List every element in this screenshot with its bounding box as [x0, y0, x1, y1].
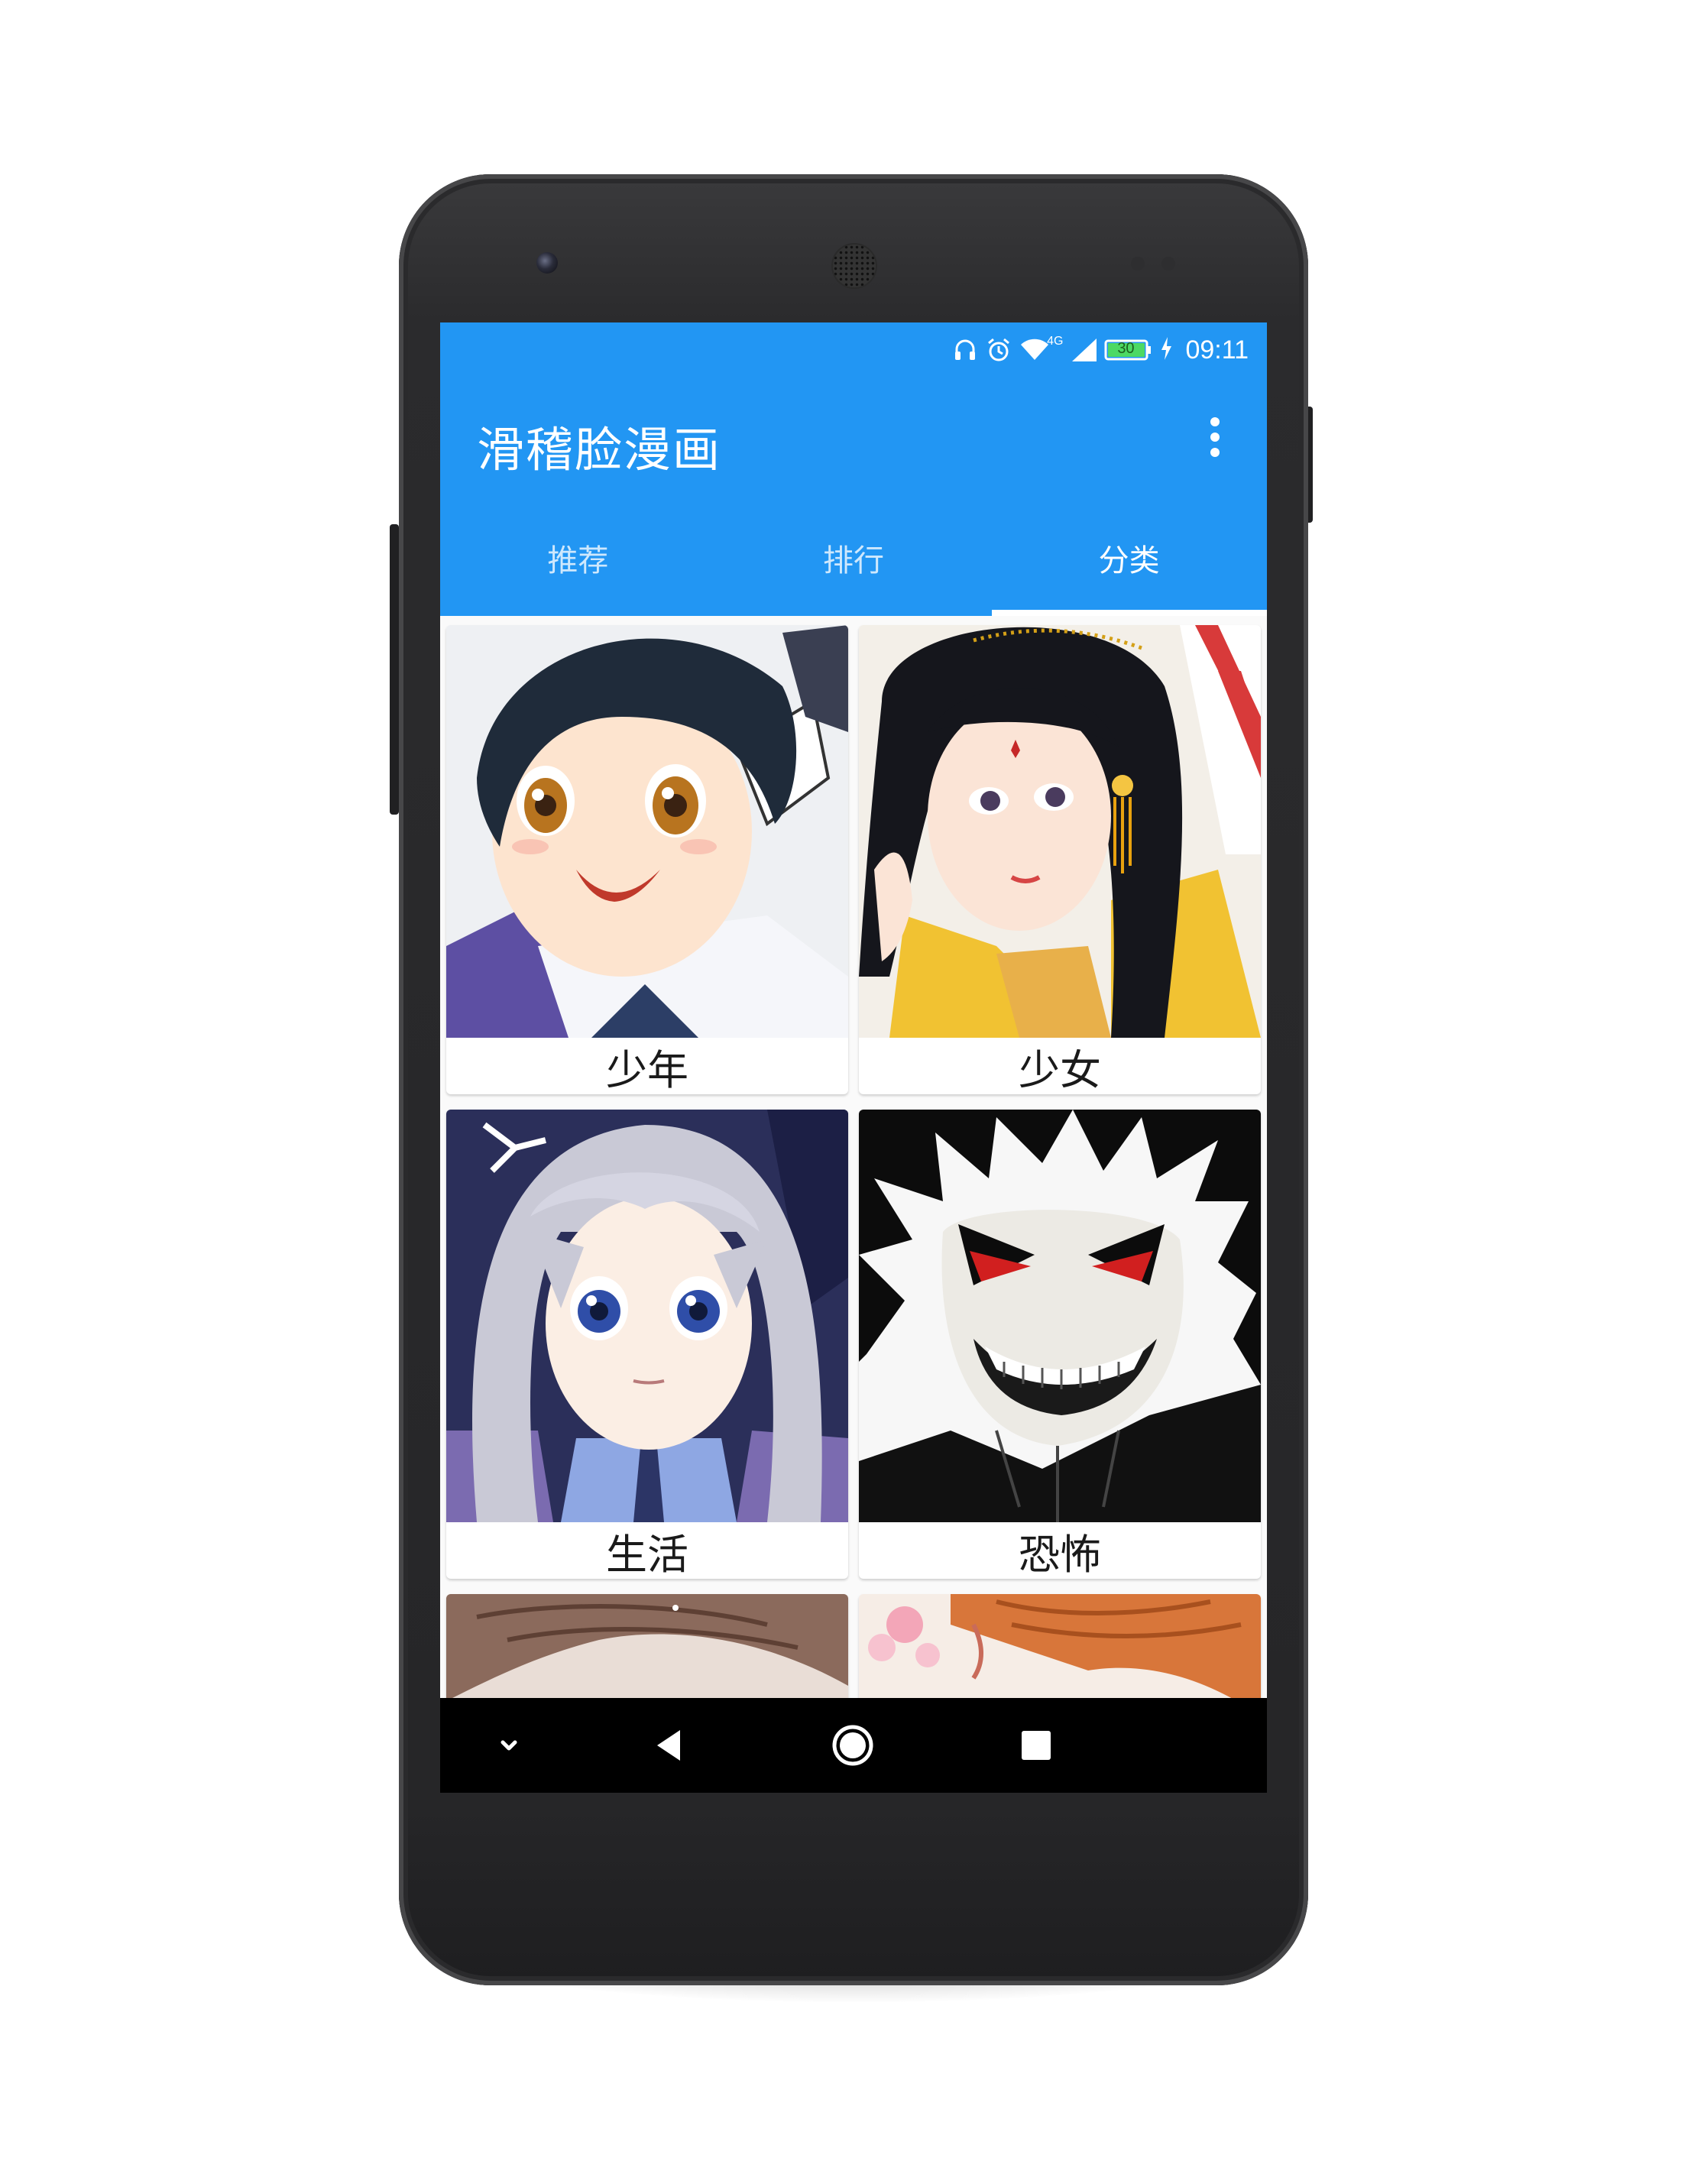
- light-sensor: [1161, 257, 1175, 271]
- headset-icon: [952, 337, 978, 363]
- category-image-shonen: [446, 625, 848, 1038]
- tab-recommend[interactable]: 推荐: [440, 500, 716, 616]
- status-bar: 4G 30 09:11: [440, 322, 1267, 378]
- tab-indicator: [992, 610, 1267, 616]
- earpiece-speaker: [833, 245, 876, 287]
- category-card-shonen[interactable]: 少年: [446, 625, 848, 1094]
- home-icon[interactable]: [828, 1721, 877, 1770]
- category-image-life: [446, 1110, 848, 1522]
- back-icon[interactable]: [646, 1721, 695, 1770]
- status-time: 09:11: [1185, 335, 1249, 365]
- battery-icon: 30: [1104, 339, 1152, 361]
- tab-ranking[interactable]: 排行: [716, 500, 992, 616]
- battery-level: 30: [1117, 340, 1135, 357]
- tab-bar: 推荐 排行 分类: [440, 500, 1267, 616]
- tab-category[interactable]: 分类: [991, 500, 1267, 616]
- network-type: 4G: [1047, 335, 1064, 348]
- status-icons: 4G 30 09:11: [952, 335, 1249, 365]
- category-label: 少年: [606, 1045, 688, 1094]
- volume-button: [390, 524, 399, 815]
- signal-icon: [1071, 337, 1097, 363]
- app-title: 滑稽脸漫画: [477, 422, 722, 478]
- front-camera: [536, 252, 558, 274]
- category-label: 生活: [606, 1530, 688, 1579]
- overflow-menu-icon[interactable]: [1200, 413, 1230, 462]
- alarm-icon: [986, 337, 1012, 363]
- category-image-horror: [859, 1110, 1261, 1522]
- navigation-bar: [440, 1698, 1267, 1793]
- category-label: 少女: [1019, 1045, 1101, 1094]
- phone-screen: 4G 30 09:11 滑稽脸漫画 推荐 排行 分类 少年 少女 生活 恐怖: [440, 322, 1267, 1793]
- category-card-shojo[interactable]: 少女: [859, 625, 1261, 1094]
- category-grid: 少年 少女 生活 恐怖: [440, 616, 1267, 1793]
- category-card-life[interactable]: 生活: [446, 1110, 848, 1579]
- category-card-horror[interactable]: 恐怖: [859, 1110, 1261, 1579]
- toolbar: 滑稽脸漫画: [440, 378, 1267, 500]
- proximity-sensor: [1131, 257, 1145, 271]
- app-bar: 4G 30 09:11 滑稽脸漫画 推荐 排行 分类: [440, 322, 1267, 616]
- category-image-shojo: [859, 625, 1261, 1038]
- wifi-icon: [1019, 337, 1049, 363]
- category-label: 恐怖: [1019, 1530, 1101, 1579]
- recents-icon[interactable]: [1012, 1721, 1061, 1770]
- collapse-icon[interactable]: [484, 1721, 533, 1770]
- charging-icon: [1159, 335, 1173, 365]
